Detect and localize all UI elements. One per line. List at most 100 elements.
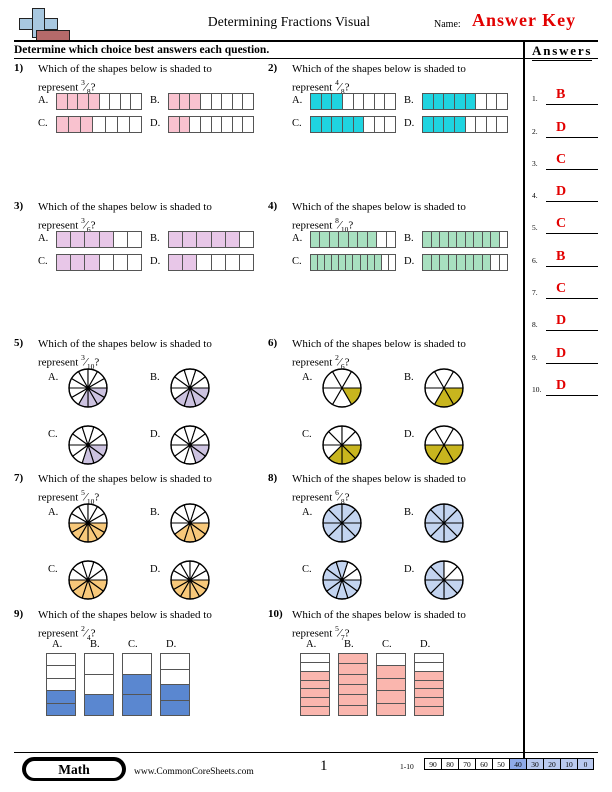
fraction-bar[interactable] <box>422 254 508 271</box>
choice-option[interactable] <box>322 368 362 413</box>
choice-option[interactable] <box>170 560 210 605</box>
choice-option[interactable] <box>310 231 396 248</box>
fraction-pie[interactable] <box>424 503 464 543</box>
choice-option[interactable] <box>170 425 210 470</box>
fraction-pie[interactable] <box>170 368 210 408</box>
choice-option[interactable] <box>424 560 464 605</box>
choice-row: A. B. <box>292 231 516 254</box>
bar-segment <box>240 255 253 270</box>
bar-segment <box>487 117 498 132</box>
question-number: 5) <box>14 337 24 349</box>
choice-option[interactable] <box>170 503 210 548</box>
bar-segment <box>377 232 387 247</box>
fraction-column[interactable] <box>376 653 406 716</box>
bar-segment <box>491 255 500 270</box>
fraction-bar[interactable] <box>310 116 396 133</box>
fraction-bar[interactable] <box>310 254 396 271</box>
bar-segment <box>457 232 466 247</box>
choice-option[interactable] <box>168 93 254 110</box>
fraction-pie[interactable] <box>424 368 464 408</box>
fraction-pie[interactable] <box>322 503 362 543</box>
choice-option[interactable] <box>422 254 508 271</box>
page-number: 1 <box>320 758 328 774</box>
bar-segment <box>99 232 114 247</box>
fraction-pie[interactable] <box>322 368 362 408</box>
bar-segment <box>114 232 128 247</box>
column-segment <box>415 698 443 708</box>
bar-segment <box>130 117 141 132</box>
fraction-column[interactable] <box>338 653 368 716</box>
bar-segment <box>183 232 198 247</box>
fraction-bar[interactable] <box>422 93 508 110</box>
choice-option[interactable] <box>68 368 108 413</box>
answer-number: 9. <box>532 352 538 362</box>
choice-option[interactable] <box>424 368 464 413</box>
choice-option[interactable] <box>56 116 142 133</box>
choice-option[interactable] <box>68 560 108 605</box>
choice-option[interactable] <box>56 254 142 271</box>
choice-option[interactable] <box>68 425 108 470</box>
question-number: 7) <box>14 472 24 484</box>
fraction-pie[interactable] <box>322 425 362 465</box>
fraction-pie[interactable] <box>68 425 108 465</box>
fraction-column[interactable] <box>84 653 114 716</box>
choice-group: A. B. C. D. <box>38 639 262 719</box>
fraction-bar[interactable] <box>56 116 142 133</box>
fraction-bar[interactable] <box>168 231 254 248</box>
choice-option[interactable] <box>56 93 142 110</box>
fraction-pie[interactable] <box>68 560 108 600</box>
fraction-bar[interactable] <box>422 116 508 133</box>
header-divider <box>14 40 598 42</box>
choice-group: A. B. C. D. <box>292 93 516 139</box>
choice-label: B. <box>90 639 100 650</box>
bar-segment <box>179 117 191 132</box>
choice-option[interactable] <box>56 231 142 248</box>
fraction-bar[interactable] <box>168 116 254 133</box>
answer-row: 9. D <box>532 331 602 364</box>
choice-option[interactable] <box>68 503 108 548</box>
fraction-column[interactable] <box>414 653 444 716</box>
fraction-column[interactable] <box>122 653 152 716</box>
choice-option[interactable] <box>310 254 396 271</box>
fraction-column[interactable] <box>46 653 76 716</box>
choice-option[interactable] <box>322 425 362 470</box>
choice-option[interactable] <box>310 93 396 110</box>
bar-segment <box>311 117 322 132</box>
choice-option[interactable] <box>422 93 508 110</box>
choice-option[interactable] <box>310 116 396 133</box>
fraction-pie[interactable] <box>424 560 464 600</box>
choice-option[interactable] <box>422 231 508 248</box>
choice-row: A. B. <box>38 93 262 116</box>
fraction-bar[interactable] <box>168 254 254 271</box>
fraction-column[interactable] <box>160 653 190 716</box>
choice-option[interactable] <box>322 503 362 548</box>
choice-option[interactable] <box>424 503 464 548</box>
fraction-pie[interactable] <box>424 425 464 465</box>
choice-option[interactable] <box>424 425 464 470</box>
fraction-pie[interactable] <box>170 560 210 600</box>
fraction-bar[interactable] <box>56 93 142 110</box>
subject-label: Math <box>26 760 122 778</box>
choice-option[interactable] <box>170 368 210 413</box>
fraction-pie[interactable] <box>68 368 108 408</box>
fraction-bar[interactable] <box>310 93 396 110</box>
choice-option[interactable] <box>168 254 254 271</box>
fraction-pie[interactable] <box>170 503 210 543</box>
fraction-bar[interactable] <box>168 93 254 110</box>
choice-label: A. <box>52 639 63 650</box>
choice-option[interactable] <box>422 116 508 133</box>
fraction-bar[interactable] <box>422 231 508 248</box>
fraction-bar[interactable] <box>56 231 142 248</box>
answer-row: 4. D <box>532 170 602 203</box>
bar-segment <box>448 232 457 247</box>
fraction-column[interactable] <box>300 653 330 716</box>
fraction-bar[interactable] <box>310 231 396 248</box>
choice-option[interactable] <box>168 116 254 133</box>
choice-group: A. B. C. D. <box>38 368 262 482</box>
fraction-pie[interactable] <box>322 560 362 600</box>
choice-option[interactable] <box>322 560 362 605</box>
fraction-pie[interactable] <box>170 425 210 465</box>
fraction-bar[interactable] <box>56 254 142 271</box>
fraction-pie[interactable] <box>68 503 108 543</box>
choice-option[interactable] <box>168 231 254 248</box>
